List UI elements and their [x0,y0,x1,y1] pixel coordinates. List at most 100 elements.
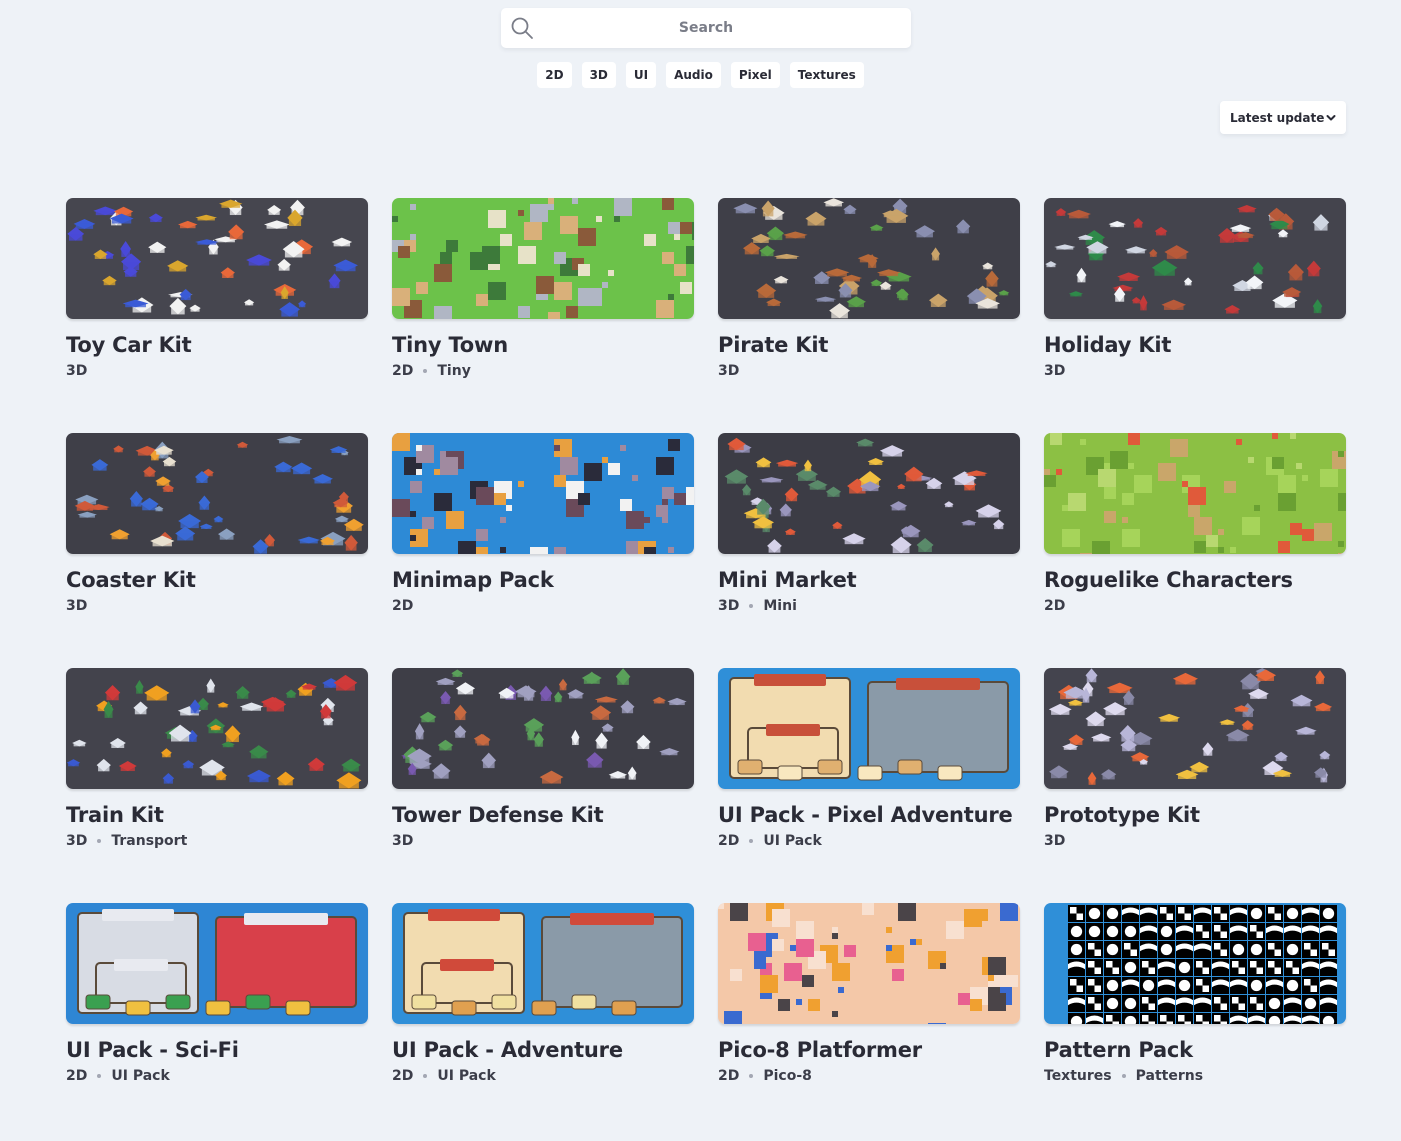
asset-tag[interactable]: 2D [392,1067,413,1085]
asset-card[interactable]: UI Pack - Sci-Fi 2D UI Pack [66,903,368,1103]
asset-thumbnail[interactable] [66,433,368,554]
asset-card[interactable]: Mini Market 3D Mini [718,433,1020,633]
separator-dot [97,1074,102,1078]
separator-dot [749,839,754,843]
asset-tags: 3D [1044,362,1346,380]
asset-tag[interactable]: 2D [718,1067,739,1085]
filter-chip-2d[interactable]: 2D [537,62,572,88]
search-input[interactable] [501,8,911,48]
asset-tag[interactable]: 3D [66,597,87,615]
asset-thumbnail[interactable] [1044,903,1346,1024]
asset-tag[interactable]: 2D [1044,597,1065,615]
asset-tags: 3D [1044,832,1346,850]
asset-thumbnail[interactable] [66,198,368,319]
asset-tag[interactable]: 2D [392,597,413,615]
asset-card[interactable]: Holiday Kit 3D [1044,198,1346,398]
asset-thumbnail[interactable] [392,668,694,789]
asset-tags: 2D UI Pack [66,1067,368,1085]
asset-tags: 2D UI Pack [718,832,1020,850]
asset-tag[interactable]: 3D [392,832,413,850]
asset-thumbnail[interactable] [66,668,368,789]
asset-title[interactable]: Coaster Kit [66,567,368,593]
separator-dot [423,1074,428,1078]
asset-tag[interactable]: 2D [718,832,739,850]
asset-title[interactable]: Pirate Kit [718,332,1020,358]
asset-tag[interactable]: 3D [1044,832,1065,850]
asset-tag[interactable]: 3D [718,362,739,380]
asset-thumbnail[interactable] [1044,198,1346,319]
asset-card[interactable]: Minimap Pack 2D [392,433,694,633]
asset-title[interactable]: Mini Market [718,567,1020,593]
asset-title[interactable]: Tiny Town [392,332,694,358]
asset-title[interactable]: Holiday Kit [1044,332,1346,358]
asset-title[interactable]: Roguelike Characters [1044,567,1346,593]
asset-title[interactable]: Pattern Pack [1044,1037,1346,1063]
asset-tags: 2D Tiny [392,362,694,380]
asset-tag[interactable]: 2D [392,362,413,380]
asset-tags: 2D UI Pack [392,1067,694,1085]
asset-tag[interactable]: UI Pack [111,1067,169,1085]
asset-card[interactable]: Pattern Pack Textures Patterns [1044,903,1346,1103]
asset-tag[interactable]: 3D [718,597,739,615]
asset-title[interactable]: UI Pack - Adventure [392,1037,694,1063]
asset-card[interactable]: Train Kit 3D Transport [66,668,368,868]
filter-chip-ui[interactable]: UI [625,62,657,88]
asset-card[interactable]: UI Pack - Adventure 2D UI Pack [392,903,694,1103]
asset-thumbnail[interactable] [1044,433,1346,554]
separator-dot [1121,1074,1126,1078]
sort-dropdown[interactable]: Latest update [1220,101,1346,134]
asset-card[interactable]: Prototype Kit 3D [1044,668,1346,868]
asset-title[interactable]: Toy Car Kit [66,332,368,358]
asset-tag[interactable]: Pico-8 [763,1067,812,1085]
asset-thumbnail[interactable] [1044,668,1346,789]
asset-tag[interactable]: 3D [66,832,87,850]
asset-card[interactable]: Toy Car Kit 3D [66,198,368,398]
asset-thumbnail[interactable] [718,668,1020,789]
asset-tags: 2D [392,597,694,615]
asset-card[interactable]: Tower Defense Kit 3D [392,668,694,868]
filter-chip-pixel[interactable]: Pixel [730,62,780,88]
asset-tags: 2D Pico-8 [718,1067,1020,1085]
asset-title[interactable]: Tower Defense Kit [392,802,694,828]
asset-title[interactable]: Train Kit [66,802,368,828]
asset-card[interactable]: Tiny Town 2D Tiny [392,198,694,398]
search-bar[interactable] [501,8,911,48]
asset-thumbnail[interactable] [392,198,694,319]
separator-dot [97,839,102,843]
asset-card[interactable]: Roguelike Characters 2D [1044,433,1346,633]
asset-tag[interactable]: Transport [111,832,187,850]
filter-chip-textures[interactable]: Textures [789,62,864,88]
asset-thumbnail[interactable] [392,903,694,1024]
filter-chip-3d[interactable]: 3D [581,62,616,88]
asset-tags: Textures Patterns [1044,1067,1346,1085]
asset-card[interactable]: Coaster Kit 3D [66,433,368,633]
asset-card[interactable]: Pico-8 Platformer 2D Pico-8 [718,903,1020,1103]
asset-card[interactable]: UI Pack - Pixel Adventure 2D UI Pack [718,668,1020,868]
asset-thumbnail[interactable] [718,433,1020,554]
separator-dot [749,1074,754,1078]
asset-tag[interactable]: 2D [66,1067,87,1085]
asset-thumbnail[interactable] [66,903,368,1024]
asset-thumbnail[interactable] [392,433,694,554]
asset-card[interactable]: Pirate Kit 3D [718,198,1020,398]
asset-tag[interactable]: Textures [1044,1067,1112,1085]
asset-tag[interactable]: Patterns [1136,1067,1203,1085]
asset-tag[interactable]: Tiny [437,362,470,380]
asset-title[interactable]: Pico-8 Platformer [718,1037,1020,1063]
asset-tag[interactable]: Mini [763,597,797,615]
asset-tags: 3D [66,362,368,380]
filter-chip-audio[interactable]: Audio [666,62,721,88]
asset-title[interactable]: UI Pack - Pixel Adventure [718,802,1020,828]
asset-title[interactable]: Minimap Pack [392,567,694,593]
asset-tags: 3D [392,832,694,850]
chevron-down-icon [1325,112,1337,124]
asset-tag[interactable]: 3D [1044,362,1065,380]
asset-title[interactable]: Prototype Kit [1044,802,1346,828]
asset-tag[interactable]: 3D [66,362,87,380]
asset-thumbnail[interactable] [718,903,1020,1024]
search-icon [510,16,534,40]
asset-tag[interactable]: UI Pack [763,832,821,850]
asset-tag[interactable]: UI Pack [437,1067,495,1085]
asset-title[interactable]: UI Pack - Sci-Fi [66,1037,368,1063]
asset-thumbnail[interactable] [718,198,1020,319]
